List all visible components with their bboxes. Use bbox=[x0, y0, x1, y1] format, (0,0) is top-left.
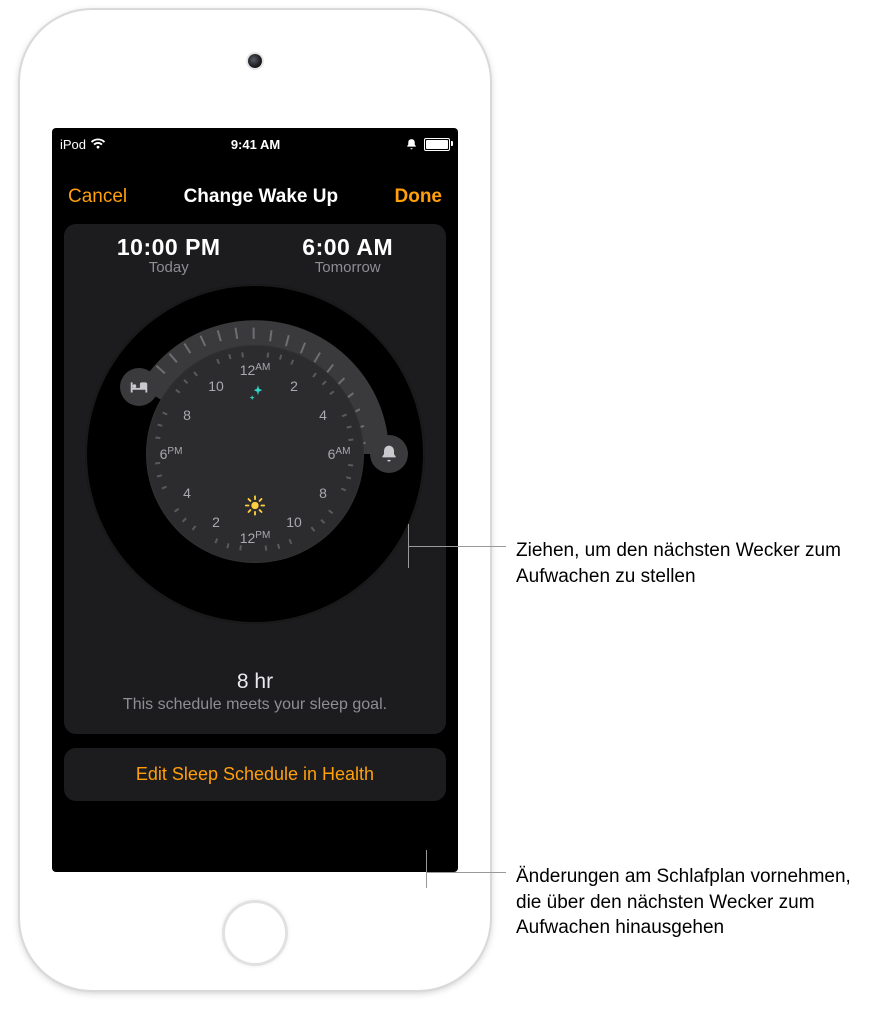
battery-icon bbox=[424, 138, 450, 151]
label-8b: 8 bbox=[183, 407, 191, 423]
device-frame: iPod 9:41 AM Cancel Change Wake Up Done bbox=[20, 10, 490, 990]
bell-icon bbox=[379, 444, 399, 464]
label-4b: 4 bbox=[183, 485, 191, 501]
done-button[interactable]: Done bbox=[395, 186, 443, 208]
status-time: 9:41 AM bbox=[106, 137, 405, 152]
label-2b: 2 bbox=[212, 514, 220, 530]
sparkle-icon bbox=[248, 384, 268, 409]
label-8: 8 bbox=[319, 485, 327, 501]
screen: iPod 9:41 AM Cancel Change Wake Up Done bbox=[52, 128, 458, 872]
sleep-dial[interactable]: 12AM 6AM 12PM 6PM 2 4 8 10 2 4 8 1 bbox=[85, 284, 425, 624]
label-12pm: 12PM bbox=[240, 530, 271, 546]
carrier-label: iPod bbox=[60, 137, 86, 152]
wakeup-time: 6:00 AM bbox=[302, 234, 393, 261]
label-10: 10 bbox=[286, 514, 302, 530]
sun-icon bbox=[244, 495, 266, 522]
callout-wake-drag: Ziehen, um den nächsten Wecker zum Aufwa… bbox=[516, 538, 856, 589]
label-4: 4 bbox=[319, 407, 327, 423]
label-2: 2 bbox=[290, 378, 298, 394]
sleep-note: This schedule meets your sleep goal. bbox=[76, 696, 434, 714]
modal-title: Change Wake Up bbox=[184, 186, 339, 208]
device-camera bbox=[248, 54, 262, 68]
bedtime-time: 10:00 PM bbox=[117, 234, 221, 261]
home-button[interactable] bbox=[222, 900, 288, 966]
wakeup-handle[interactable] bbox=[370, 435, 408, 473]
alarm-icon bbox=[405, 138, 418, 151]
bedtime-label: Today bbox=[117, 259, 221, 276]
label-6pm: 6PM bbox=[160, 446, 183, 462]
label-12am: 12AM bbox=[240, 362, 271, 378]
bed-icon bbox=[128, 376, 150, 398]
sleep-duration: 8 hr bbox=[76, 670, 434, 694]
edit-sleep-schedule-button[interactable]: Edit Sleep Schedule in Health bbox=[64, 748, 446, 801]
callout-edit-schedule: Änderungen am Schlafplan vornehmen, die … bbox=[516, 864, 866, 941]
wakeup-column: 6:00 AM Tomorrow bbox=[302, 234, 393, 276]
bedtime-handle[interactable] bbox=[120, 368, 158, 406]
wifi-icon bbox=[90, 138, 106, 150]
modal-nav: Cancel Change Wake Up Done bbox=[52, 156, 458, 218]
status-bar: iPod 9:41 AM bbox=[52, 128, 458, 156]
label-6am: 6AM bbox=[328, 446, 351, 462]
label-10b: 10 bbox=[208, 378, 224, 394]
schedule-card: 10:00 PM Today 6:00 AM Tomorrow bbox=[64, 224, 446, 734]
cancel-button[interactable]: Cancel bbox=[68, 186, 127, 208]
bedtime-column: 10:00 PM Today bbox=[117, 234, 221, 276]
wakeup-label: Tomorrow bbox=[302, 259, 393, 276]
sleep-summary: 8 hr This schedule meets your sleep goal… bbox=[76, 670, 434, 714]
